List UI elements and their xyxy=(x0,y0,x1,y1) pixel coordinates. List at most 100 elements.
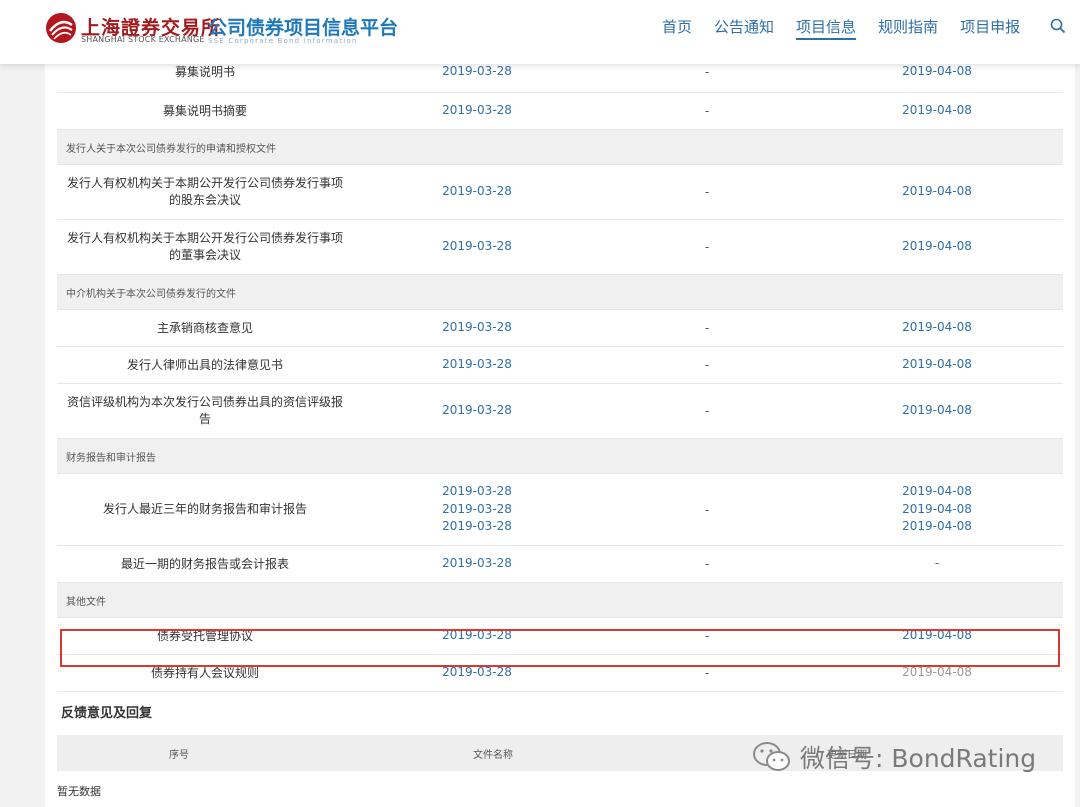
document-name: 发行人有权机构关于本期公开发行公司债券发行事项的董事会决议 xyxy=(57,220,353,274)
first-version-date-link[interactable]: 2019-03-28 xyxy=(442,356,512,374)
empty-state-text: 暂无数据 xyxy=(57,785,101,798)
latest-version-date-link[interactable]: 2019-04-08 xyxy=(902,238,972,256)
nav-home[interactable]: 首页 xyxy=(662,16,692,40)
category-row: 财务报告和审计报告 xyxy=(57,439,1063,474)
latest-version-date-link[interactable]: 2019-04-08 xyxy=(902,319,972,337)
first-version-dates: 2019-03-28 xyxy=(397,347,557,383)
first-version-date-link[interactable]: 2019-03-28 xyxy=(442,102,512,120)
latest-version-dates: 2019-04-08 xyxy=(857,93,1017,129)
document-name-text: 募集说明书摘要 xyxy=(162,103,247,118)
latest-version-dates: 2019-04-08 xyxy=(857,165,1017,219)
main-nav: 首页 公告通知 项目信息 规则指南 项目申报 xyxy=(662,16,1042,40)
middle-version-cell: - xyxy=(704,321,710,335)
document-name-text: 发行人有权机构关于本期公开发行公司债券发行事项的股东会决议 xyxy=(67,176,344,207)
document-row: 最近一期的财务报告或会计报表 2019-03-28 - - xyxy=(57,546,1063,583)
first-version-dates: 2019-03-28 xyxy=(397,93,557,129)
top-header: 上海證券交易所 SHANGHAI STOCK EXCHANGE 公司债券项目信息… xyxy=(0,0,1080,64)
document-row: 发行人律师出具的法律意见书 2019-03-28 - 2019-04-08 xyxy=(57,347,1063,384)
latest-version-dates: 2019-04-08 xyxy=(857,220,1017,274)
document-name-text: 主承销商核查意见 xyxy=(156,320,253,335)
latest-version-dates: 2019-04-08 2019-04-08 2019-04-08 xyxy=(857,474,1017,545)
latest-version-date-link[interactable]: 2019-04-08 xyxy=(902,518,972,536)
document-name-text: 发行人最近三年的财务报告和审计报告 xyxy=(102,502,307,516)
document-name-text: 发行人律师出具的法律意见书 xyxy=(126,357,283,372)
document-name-text: 发行人有权机构关于本期公开发行公司债券发行事项的董事会决议 xyxy=(67,231,344,262)
first-version-date-link[interactable]: 2019-03-28 xyxy=(442,183,512,201)
wechat-watermark: 微信号: BondRating xyxy=(752,734,1052,780)
first-version-date-link[interactable]: 2019-03-28 xyxy=(442,555,512,573)
middle-version-cell: - xyxy=(704,502,710,517)
latest-version-dates: 2019-04-08 xyxy=(857,384,1017,438)
nav-rules-guide[interactable]: 规则指南 xyxy=(878,16,938,40)
document-name-text: 募集说明书 xyxy=(174,64,235,79)
first-version-dates: 2019-03-28 xyxy=(397,310,557,346)
platform-subtitle: SSE Corporate Bond Information xyxy=(208,37,358,45)
column-header-filename: 文件名称 xyxy=(473,749,513,761)
document-name: 主承销商核查意见 xyxy=(57,310,353,346)
document-name-text: 债券持有人会议规则 xyxy=(150,665,259,680)
document-name: 资信评级机构为本次发行公司债券出具的资信评级报告 xyxy=(57,384,353,438)
first-version-date-link[interactable]: 2019-03-28 xyxy=(442,402,512,420)
category-row: 其他文件 xyxy=(57,583,1063,618)
category-title: 中介机构关于本次公司债券发行的文件 xyxy=(66,288,236,300)
sse-logo[interactable]: 上海證券交易所 SHANGHAI STOCK EXCHANGE 公司债券项目信息… xyxy=(44,11,424,51)
watermark-text: 微信号: BondRating xyxy=(800,744,1037,773)
middle-version-cell: - xyxy=(704,404,710,418)
latest-version-dates: - xyxy=(857,546,1017,582)
category-row: 发行人关于本次公司债券发行的申请和授权文件 xyxy=(57,130,1063,165)
document-row: 发行人有权机构关于本期公开发行公司债券发行事项的董事会决议 2019-03-28 -… xyxy=(57,220,1063,275)
search-icon[interactable] xyxy=(1049,17,1067,35)
latest-version-dates: 2019-04-08 xyxy=(857,347,1017,383)
category-row: 中介机构关于本次公司债券发行的文件 xyxy=(57,275,1063,310)
document-name: 募集说明书摘要 xyxy=(57,93,353,129)
first-version-dates: 2019-03-28 xyxy=(397,546,557,582)
latest-version-date-link[interactable]: 2019-04-08 xyxy=(902,183,972,201)
sse-logo-icon xyxy=(46,13,76,43)
first-version-date-link[interactable]: 2019-03-28 xyxy=(442,483,512,501)
nav-project-info[interactable]: 项目信息 xyxy=(796,16,857,40)
document-table: 募集说明书 2019-03-28 - 2019-04-08 募集说明书摘要 2019-03… xyxy=(57,52,1063,692)
document-row: 发行人有权机构关于本期公开发行公司债券发行事项的股东会决议 2019-03-28 -… xyxy=(57,165,1063,220)
latest-version-date-link[interactable]: 2019-04-08 xyxy=(902,501,972,519)
feedback-section-title: 反馈意见及回复 xyxy=(61,706,153,721)
platform-title: 公司债券项目信息平台 xyxy=(208,17,399,39)
nav-announcements[interactable]: 公告通知 xyxy=(714,16,774,40)
category-title: 其他文件 xyxy=(66,596,106,608)
first-version-date-link[interactable]: 2019-03-28 xyxy=(442,63,512,81)
middle-version-cell: - xyxy=(704,185,710,199)
wechat-icon xyxy=(753,742,790,771)
middle-version-cell: - xyxy=(704,358,710,372)
empty-date-cell: - xyxy=(934,556,940,571)
column-header-index: 序号 xyxy=(169,749,189,761)
document-row: 募集说明书摘要 2019-03-28 - 2019-04-08 xyxy=(57,93,1063,130)
category-title: 发行人关于本次公司债券发行的申请和授权文件 xyxy=(66,143,276,155)
document-name-text: 最近一期的财务报告或会计报表 xyxy=(120,556,289,571)
nav-project-apply[interactable]: 项目申报 xyxy=(960,16,1020,40)
document-row: 资信评级机构为本次发行公司债券出具的资信评级报告 2019-03-28 - 2019-… xyxy=(57,384,1063,439)
first-version-date-link[interactable]: 2019-03-28 xyxy=(442,238,512,256)
middle-version-cell: - xyxy=(704,104,710,118)
document-name: 发行人律师出具的法律意见书 xyxy=(57,347,353,383)
category-title: 财务报告和审计报告 xyxy=(66,452,156,464)
middle-version-cell: - xyxy=(704,557,710,571)
document-name: 最近一期的财务报告或会计报表 xyxy=(57,546,353,582)
latest-version-date-link[interactable]: 2019-04-08 xyxy=(902,402,972,420)
document-name: 发行人有权机构关于本期公开发行公司债券发行事项的股东会决议 xyxy=(57,165,353,219)
highlight-box xyxy=(60,629,1060,667)
document-name: 发行人最近三年的财务报告和审计报告 xyxy=(57,474,353,545)
latest-version-date-link[interactable]: 2019-04-08 xyxy=(902,102,972,120)
latest-version-date-link[interactable]: 2019-04-08 xyxy=(902,63,972,81)
first-version-dates: 2019-03-28 xyxy=(397,384,557,438)
document-name-text: 资信评级机构为本次发行公司债券出具的资信评级报告 xyxy=(67,395,344,426)
logo-english-name: SHANGHAI STOCK EXCHANGE xyxy=(81,35,205,44)
document-row: 主承销商核查意见 2019-03-28 - 2019-04-08 xyxy=(57,310,1063,347)
first-version-date-link[interactable]: 2019-03-28 xyxy=(442,501,512,519)
latest-version-date-link[interactable]: 2019-04-08 xyxy=(902,356,972,374)
document-row: 发行人最近三年的财务报告和审计报告 2019-03-28 2019-03-28 201… xyxy=(57,474,1063,546)
middle-version-cell: - xyxy=(704,240,710,254)
first-version-dates: 2019-03-28 xyxy=(397,220,557,274)
latest-version-date-link[interactable]: 2019-04-08 xyxy=(902,483,972,501)
first-version-date-link[interactable]: 2019-03-28 xyxy=(442,319,512,337)
first-version-dates: 2019-03-28 xyxy=(397,165,557,219)
first-version-date-link[interactable]: 2019-03-28 xyxy=(442,518,512,536)
